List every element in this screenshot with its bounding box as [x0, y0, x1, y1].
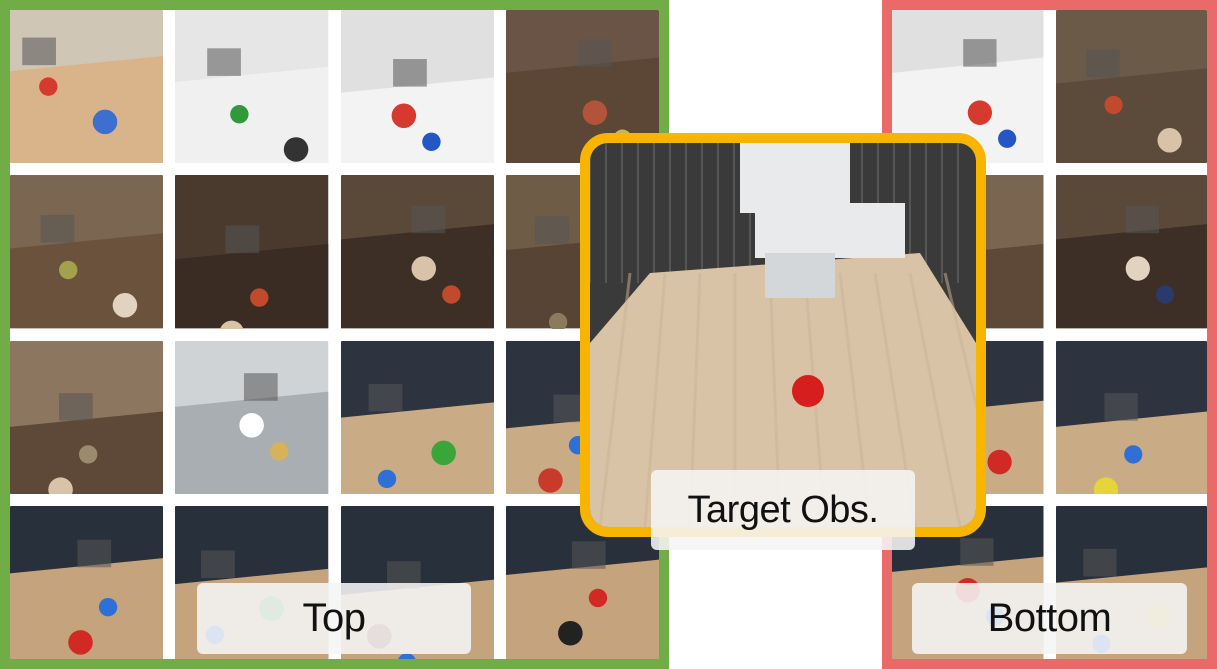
target-obs-label: Target Obs.: [651, 470, 915, 550]
scene-thumbnail: [10, 175, 164, 329]
scene-thumbnail: [1055, 340, 1207, 494]
scene-thumbnail: [1055, 10, 1207, 164]
scene-thumbnail: [175, 175, 329, 329]
bottom-label: Bottom: [912, 583, 1187, 654]
scene-thumbnail: [340, 10, 494, 164]
scene-thumbnail: [10, 10, 164, 164]
top-image-grid: [10, 10, 659, 659]
scene-thumbnail: [1055, 175, 1207, 329]
top-label: Top: [197, 583, 471, 654]
scene-thumbnail: [10, 340, 164, 494]
scene-thumbnail: [10, 505, 164, 659]
scene-thumbnail: [340, 175, 494, 329]
scene-thumbnail: [175, 340, 329, 494]
scene-thumbnail: [175, 10, 329, 164]
top-panel: [0, 0, 669, 669]
scene-thumbnail: [340, 340, 494, 494]
